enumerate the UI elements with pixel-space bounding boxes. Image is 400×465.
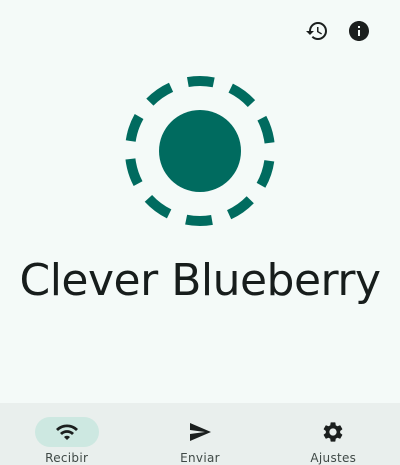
nav-indicator (301, 417, 365, 447)
nav-active-indicator (34, 417, 99, 447)
nav-item-receive[interactable]: Recibir (0, 403, 133, 465)
nav-item-send[interactable]: Enviar (133, 403, 266, 465)
nav-item-settings[interactable]: Ajustes (267, 403, 400, 465)
nav-label-settings: Ajustes (310, 451, 357, 465)
settings-icon (323, 422, 343, 442)
app-screen: Clever Blueberry Recibir Enviar Ajustes (0, 0, 400, 465)
nav-indicator (168, 417, 232, 447)
history-icon (306, 22, 327, 41)
top-actions (304, 18, 372, 44)
send-icon (189, 423, 211, 441)
info-icon (349, 21, 369, 41)
nav-label-receive: Recibir (45, 451, 89, 465)
bottom-navigation: Recibir Enviar Ajustes (0, 403, 400, 465)
history-button[interactable] (304, 18, 330, 44)
broadcast-logo-icon (125, 76, 275, 226)
device-name: Clever Blueberry (19, 255, 381, 306)
wifi-icon (55, 424, 78, 440)
device-logo (123, 74, 277, 228)
info-button[interactable] (346, 18, 372, 44)
nav-label-send: Enviar (180, 451, 220, 465)
